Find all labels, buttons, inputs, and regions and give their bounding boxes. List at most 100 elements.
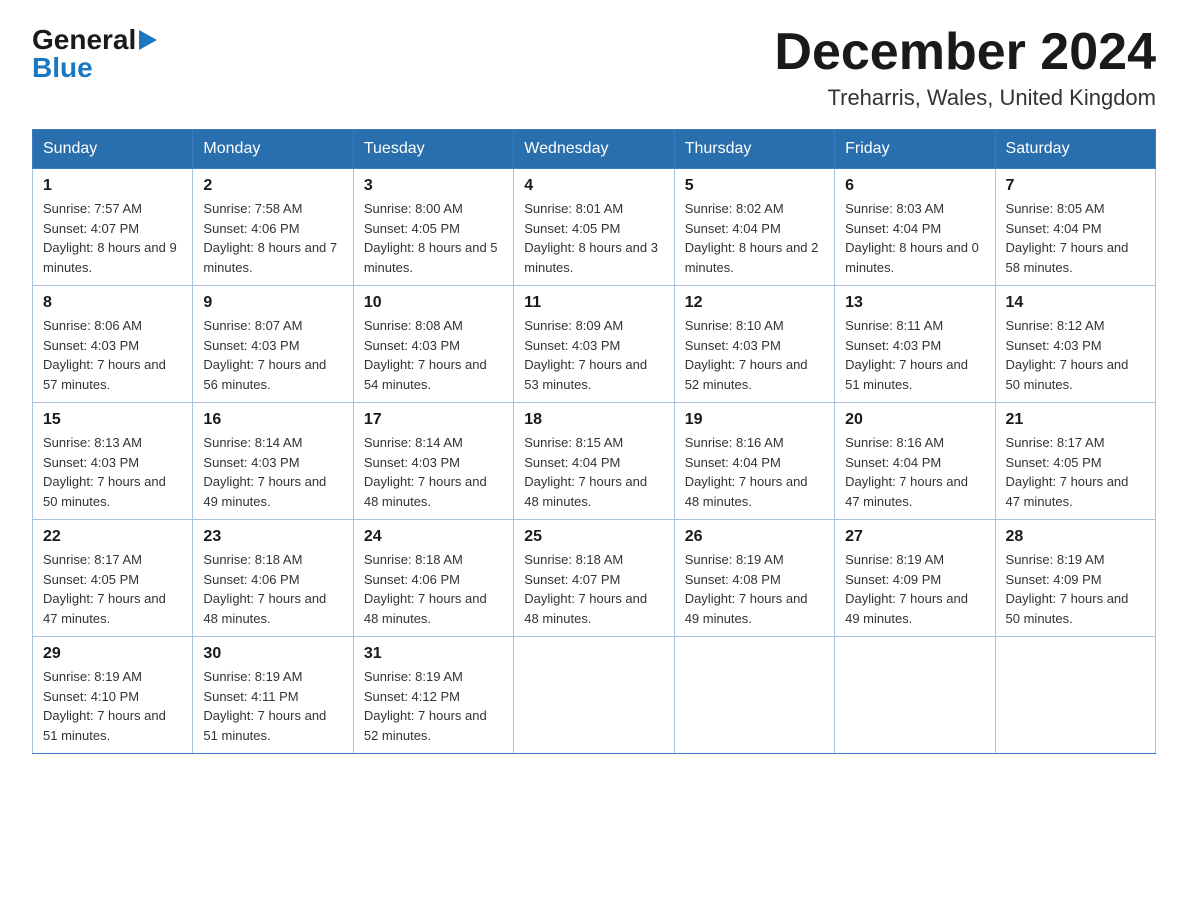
calendar-cell: 13 Sunrise: 8:11 AMSunset: 4:03 PMDayligh… [835, 286, 995, 403]
day-number: 31 [364, 645, 503, 663]
day-info: Sunrise: 8:19 AMSunset: 4:12 PMDaylight:… [364, 667, 503, 745]
header-friday: Friday [835, 130, 995, 169]
calendar-cell: 17 Sunrise: 8:14 AMSunset: 4:03 PMDayligh… [353, 403, 513, 520]
calendar-cell: 28Sunrise: 8:19 AMSunset: 4:09 PMDayligh… [995, 520, 1155, 637]
calendar-cell [835, 637, 995, 754]
calendar-cell: 11 Sunrise: 8:09 AMSunset: 4:03 PMDayligh… [514, 286, 674, 403]
calendar-cell: 26 Sunrise: 8:19 AMSunset: 4:08 PMDayligh… [674, 520, 834, 637]
calendar-cell: 22 Sunrise: 8:17 AMSunset: 4:05 PMDayligh… [33, 520, 193, 637]
week-row-1: 1 Sunrise: 7:57 AMSunset: 4:07 PMDaylight… [33, 169, 1156, 286]
calendar-cell [995, 637, 1155, 754]
day-info: Sunrise: 8:02 AMSunset: 4:04 PMDaylight:… [685, 199, 824, 277]
day-info: Sunrise: 8:11 AMSunset: 4:03 PMDaylight:… [845, 316, 984, 394]
day-number: 26 [685, 528, 824, 546]
calendar-table: Sunday Monday Tuesday Wednesday Thursday… [32, 129, 1156, 754]
calendar-cell: 20Sunrise: 8:16 AMSunset: 4:04 PMDayligh… [835, 403, 995, 520]
day-number: 22 [43, 528, 182, 546]
calendar-cell: 19 Sunrise: 8:16 AMSunset: 4:04 PMDayligh… [674, 403, 834, 520]
day-number: 27 [845, 528, 984, 546]
day-number: 24 [364, 528, 503, 546]
day-number: 9 [203, 294, 342, 312]
location-subtitle: Treharris, Wales, United Kingdom [774, 85, 1156, 111]
day-number: 16 [203, 411, 342, 429]
header-sunday: Sunday [33, 130, 193, 169]
day-number: 25 [524, 528, 663, 546]
day-number: 13 [845, 294, 984, 312]
calendar-cell: 3 Sunrise: 8:00 AMSunset: 4:05 PMDaylight… [353, 169, 513, 286]
day-info: Sunrise: 8:06 AMSunset: 4:03 PMDaylight:… [43, 316, 182, 394]
day-number: 19 [685, 411, 824, 429]
page-header: General Blue December 2024 Treharris, Wa… [32, 24, 1156, 111]
day-number: 5 [685, 177, 824, 195]
day-info: Sunrise: 8:03 AMSunset: 4:04 PMDaylight:… [845, 199, 984, 277]
calendar-cell: 25 Sunrise: 8:18 AMSunset: 4:07 PMDayligh… [514, 520, 674, 637]
calendar-cell: 23 Sunrise: 8:18 AMSunset: 4:06 PMDayligh… [193, 520, 353, 637]
day-info: Sunrise: 8:07 AMSunset: 4:03 PMDaylight:… [203, 316, 342, 394]
calendar-cell: 4Sunrise: 8:01 AMSunset: 4:05 PMDaylight… [514, 169, 674, 286]
day-info: Sunrise: 8:12 AMSunset: 4:03 PMDaylight:… [1006, 316, 1145, 394]
day-info: Sunrise: 8:18 AMSunset: 4:06 PMDaylight:… [364, 550, 503, 628]
day-info: Sunrise: 8:14 AMSunset: 4:03 PMDaylight:… [203, 433, 342, 511]
day-info: Sunrise: 7:57 AMSunset: 4:07 PMDaylight:… [43, 199, 182, 277]
day-info: Sunrise: 8:19 AMSunset: 4:08 PMDaylight:… [685, 550, 824, 628]
day-number: 28 [1006, 528, 1145, 546]
calendar-cell: 16 Sunrise: 8:14 AMSunset: 4:03 PMDayligh… [193, 403, 353, 520]
day-info: Sunrise: 8:05 AMSunset: 4:04 PMDaylight:… [1006, 199, 1145, 277]
day-number: 11 [524, 294, 663, 312]
day-info: Sunrise: 8:01 AMSunset: 4:05 PMDaylight:… [524, 199, 663, 277]
header-tuesday: Tuesday [353, 130, 513, 169]
calendar-cell: 10Sunrise: 8:08 AMSunset: 4:03 PMDayligh… [353, 286, 513, 403]
day-info: Sunrise: 8:19 AMSunset: 4:10 PMDaylight:… [43, 667, 182, 745]
day-number: 23 [203, 528, 342, 546]
calendar-cell: 24 Sunrise: 8:18 AMSunset: 4:06 PMDayligh… [353, 520, 513, 637]
day-info: Sunrise: 8:16 AMSunset: 4:04 PMDaylight:… [685, 433, 824, 511]
day-number: 20 [845, 411, 984, 429]
week-row-5: 29 Sunrise: 8:19 AMSunset: 4:10 PMDayligh… [33, 637, 1156, 754]
day-info: Sunrise: 8:19 AMSunset: 4:11 PMDaylight:… [203, 667, 342, 745]
header-monday: Monday [193, 130, 353, 169]
calendar-cell: 9 Sunrise: 8:07 AMSunset: 4:03 PMDaylight… [193, 286, 353, 403]
calendar-cell: 12 Sunrise: 8:10 AMSunset: 4:03 PMDayligh… [674, 286, 834, 403]
day-number: 15 [43, 411, 182, 429]
day-info: Sunrise: 8:17 AMSunset: 4:05 PMDaylight:… [43, 550, 182, 628]
day-info: Sunrise: 8:00 AMSunset: 4:05 PMDaylight:… [364, 199, 503, 277]
day-number: 1 [43, 177, 182, 195]
day-number: 18 [524, 411, 663, 429]
logo-blue-text: Blue [32, 52, 93, 84]
calendar-cell: 7 Sunrise: 8:05 AMSunset: 4:04 PMDaylight… [995, 169, 1155, 286]
month-title: December 2024 [774, 24, 1156, 81]
header-saturday: Saturday [995, 130, 1155, 169]
day-number: 17 [364, 411, 503, 429]
calendar-cell: 27Sunrise: 8:19 AMSunset: 4:09 PMDayligh… [835, 520, 995, 637]
calendar-cell: 31 Sunrise: 8:19 AMSunset: 4:12 PMDayligh… [353, 637, 513, 754]
day-number: 3 [364, 177, 503, 195]
calendar-cell: 5 Sunrise: 8:02 AMSunset: 4:04 PMDaylight… [674, 169, 834, 286]
logo: General Blue [32, 24, 157, 84]
day-info: Sunrise: 8:14 AMSunset: 4:03 PMDaylight:… [364, 433, 503, 511]
calendar-cell: 14 Sunrise: 8:12 AMSunset: 4:03 PMDayligh… [995, 286, 1155, 403]
calendar-header: Sunday Monday Tuesday Wednesday Thursday… [33, 130, 1156, 169]
week-row-2: 8 Sunrise: 8:06 AMSunset: 4:03 PMDaylight… [33, 286, 1156, 403]
calendar-cell: 8 Sunrise: 8:06 AMSunset: 4:03 PMDaylight… [33, 286, 193, 403]
calendar-cell: 29 Sunrise: 8:19 AMSunset: 4:10 PMDayligh… [33, 637, 193, 754]
calendar-cell: 15 Sunrise: 8:13 AMSunset: 4:03 PMDayligh… [33, 403, 193, 520]
day-info: Sunrise: 8:18 AMSunset: 4:07 PMDaylight:… [524, 550, 663, 628]
day-number: 12 [685, 294, 824, 312]
week-row-3: 15 Sunrise: 8:13 AMSunset: 4:03 PMDayligh… [33, 403, 1156, 520]
day-info: Sunrise: 8:18 AMSunset: 4:06 PMDaylight:… [203, 550, 342, 628]
day-number: 8 [43, 294, 182, 312]
week-row-4: 22 Sunrise: 8:17 AMSunset: 4:05 PMDayligh… [33, 520, 1156, 637]
logo-arrow-icon [139, 30, 157, 55]
day-number: 14 [1006, 294, 1145, 312]
calendar-cell [674, 637, 834, 754]
day-number: 10 [364, 294, 503, 312]
day-info: Sunrise: 7:58 AMSunset: 4:06 PMDaylight:… [203, 199, 342, 277]
day-number: 29 [43, 645, 182, 663]
day-info: Sunrise: 8:09 AMSunset: 4:03 PMDaylight:… [524, 316, 663, 394]
day-info: Sunrise: 8:13 AMSunset: 4:03 PMDaylight:… [43, 433, 182, 511]
day-number: 7 [1006, 177, 1145, 195]
weekday-header-row: Sunday Monday Tuesday Wednesday Thursday… [33, 130, 1156, 169]
calendar-cell: 21Sunrise: 8:17 AMSunset: 4:05 PMDayligh… [995, 403, 1155, 520]
day-number: 30 [203, 645, 342, 663]
day-info: Sunrise: 8:10 AMSunset: 4:03 PMDaylight:… [685, 316, 824, 394]
